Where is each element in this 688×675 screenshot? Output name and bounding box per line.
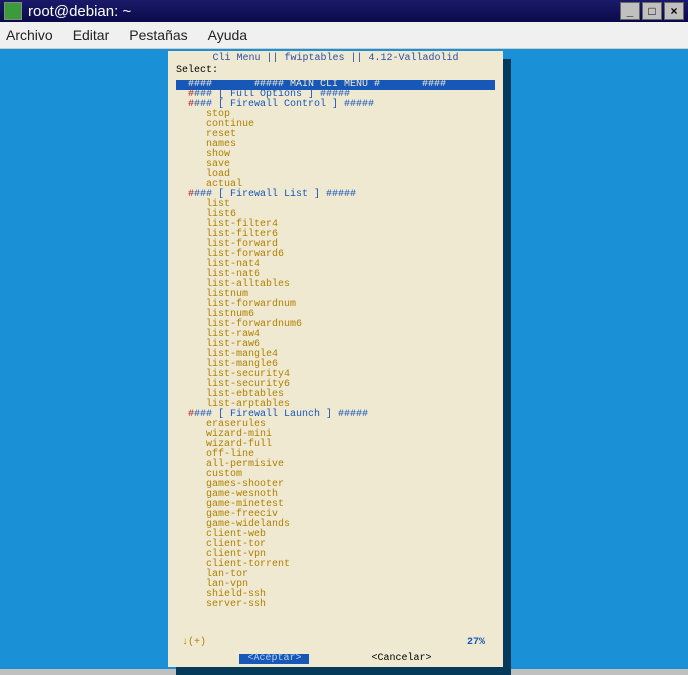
close-button[interactable]: × [664, 2, 684, 20]
minimize-button[interactable]: _ [620, 2, 640, 20]
menu-file[interactable]: Archivo [6, 27, 53, 43]
percent-indicator: 27% [467, 638, 485, 648]
option-list[interactable]: #### ##### MAIN CLI MENU # #### #### [ F… [176, 80, 495, 636]
cancel-button[interactable]: <Cancelar> [372, 654, 432, 664]
terminal-area: Cli Menu || fwiptables || 4.12-Valladoli… [0, 49, 688, 669]
app-icon [4, 2, 22, 20]
select-label: Select: [176, 66, 503, 76]
list-item[interactable]: server-ssh [176, 600, 495, 610]
menu-edit[interactable]: Editar [73, 27, 110, 43]
cli-dialog: Cli Menu || fwiptables || 4.12-Valladoli… [168, 51, 503, 667]
dialog-buttons: <Aceptar> <Cancelar> [168, 654, 503, 664]
window-title: root@debian: ~ [28, 3, 618, 20]
dialog-header: Cli Menu || fwiptables || 4.12-Valladoli… [168, 54, 503, 64]
menu-help[interactable]: Ayuda [208, 27, 247, 43]
scroll-indicator: ↓(+) [182, 638, 206, 648]
menu-bar: Archivo Editar Pestañas Ayuda [0, 22, 688, 49]
window-titlebar: root@debian: ~ _ □ × [0, 0, 688, 22]
maximize-button[interactable]: □ [642, 2, 662, 20]
dialog-footer: ↓(+) 27% [182, 638, 485, 648]
menu-tabs[interactable]: Pestañas [129, 27, 187, 43]
ok-button[interactable]: <Aceptar> [239, 654, 309, 664]
